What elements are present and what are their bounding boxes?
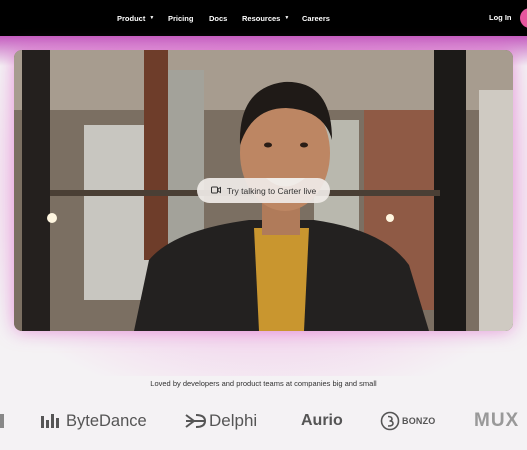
bytedance-logo: ByteDance — [40, 404, 147, 438]
bonzo-logo: BONZO — [380, 404, 436, 438]
mux-logo: MUX — [474, 404, 519, 438]
bytedance-icon — [41, 414, 59, 428]
aurio-logo-text: Aurio — [301, 412, 343, 429]
nav-pricing-label: Pricing — [168, 13, 194, 23]
delphi-icon — [185, 414, 207, 428]
nav-product[interactable]: Product ▼ — [117, 14, 154, 23]
delphi-logo-text: Delphi — [209, 411, 258, 430]
nav-docs-label: Docs — [209, 13, 228, 23]
nav-careers[interactable]: Careers — [302, 14, 330, 23]
bonzo-icon — [380, 411, 400, 431]
nav-resources-label: Resources — [242, 13, 281, 23]
chevron-down-icon: ▼ — [149, 15, 155, 21]
bytedance-logo-text: ByteDance — [66, 411, 147, 430]
aurio-logo: Aurio — [301, 404, 343, 438]
video-camera-icon — [210, 186, 221, 196]
bonzo-logo-text: BONZO — [402, 416, 436, 426]
nav-product-label: Product — [117, 13, 146, 23]
nav-pricing[interactable]: Pricing — [168, 14, 193, 23]
trust-tagline: Loved by developers and product teams at… — [150, 379, 377, 388]
nav-docs[interactable]: Docs — [209, 14, 227, 23]
delphi-logo: Delphi — [184, 404, 257, 438]
try-talking-label: Try talking to Carter live — [226, 185, 317, 196]
try-talking-button[interactable]: Try talking to Carter live — [197, 178, 330, 203]
customer-logos: ByteDance Delphi Aurio BONZO MUX — [0, 404, 527, 438]
signup-button[interactable] — [520, 8, 527, 28]
top-nav: Product ▼ Pricing Docs Resources ▼ Caree… — [0, 0, 527, 36]
chevron-down-icon: ▼ — [284, 15, 290, 21]
mux-logo-text: MUX — [474, 410, 520, 431]
nav-resources[interactable]: Resources ▼ — [242, 14, 289, 23]
nav-careers-label: Careers — [302, 13, 330, 23]
login-link[interactable]: Log In — [489, 13, 512, 22]
partial-logo — [0, 404, 5, 438]
